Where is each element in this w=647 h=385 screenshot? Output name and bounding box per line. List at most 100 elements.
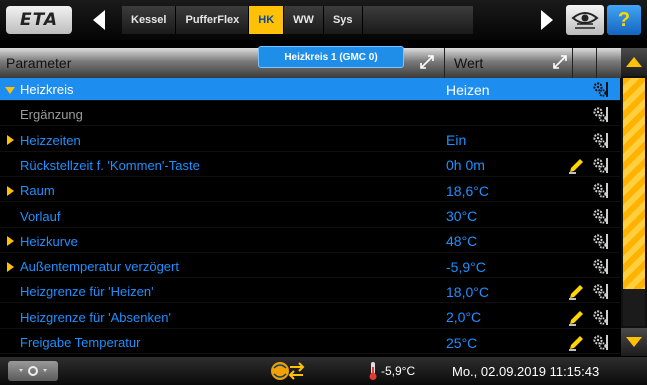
- parameter-value: Heizen: [446, 81, 490, 98]
- header-divider: [596, 48, 597, 78]
- table-row[interactable]: Freigabe Temperatur 25°C: [0, 331, 620, 354]
- row-divider: [0, 150, 620, 152]
- table-row[interactable]: Heizgrenze für 'Heizen' 18,0°C: [0, 280, 620, 304]
- help-button[interactable]: ?: [607, 5, 641, 35]
- tab-kessel[interactable]: Kessel: [122, 6, 177, 34]
- table-row[interactable]: Raum 18,6°C: [0, 179, 620, 203]
- scrollbar[interactable]: [621, 48, 647, 356]
- tab-bar-spacer: [362, 6, 473, 34]
- tab-sys[interactable]: Sys: [323, 6, 363, 34]
- gear-icon[interactable]: [592, 81, 608, 98]
- gear-icon[interactable]: [592, 132, 608, 149]
- column-header-wert: Wert: [454, 55, 484, 71]
- row-divider: [0, 327, 620, 329]
- pencil-icon[interactable]: [568, 310, 584, 326]
- parameter-value: 48°C: [446, 233, 478, 250]
- chevron-left-icon: [93, 10, 105, 30]
- row-divider: [0, 175, 620, 177]
- gear-icon[interactable]: [592, 208, 608, 225]
- gear-icon[interactable]: [592, 283, 608, 300]
- parameter-name: Außentemperatur verzögert: [20, 259, 179, 275]
- eye-icon: [571, 12, 599, 29]
- caret-right-icon[interactable]: [5, 261, 15, 273]
- gear-icon[interactable]: [592, 334, 608, 351]
- parameter-value: -5,9°C: [446, 258, 486, 275]
- status-bar: -5,9°C Mo., 02.09.2019 11:15:43: [0, 357, 647, 385]
- parameter-list: Heizkreis Heizen Ergänzung Heizzeiten Ein …: [0, 78, 620, 356]
- expand-column-icon[interactable]: [553, 55, 567, 69]
- table-row[interactable]: Heizzeiten Ein: [0, 129, 620, 152]
- expand-column-icon[interactable]: [420, 55, 434, 69]
- gear-icon[interactable]: [592, 258, 608, 275]
- parameter-value: Ein: [446, 132, 467, 149]
- tab-ww[interactable]: WW: [284, 6, 324, 34]
- parameter-name: Heizkurve: [20, 233, 78, 249]
- parameter-name: Heizzeiten: [20, 132, 81, 148]
- parameter-value: 18,0°C: [446, 283, 489, 300]
- header-divider: [444, 48, 445, 78]
- date-time: Mo., 02.09.2019 11:15:43: [452, 364, 600, 379]
- pencil-icon[interactable]: [568, 335, 584, 351]
- triangle-up-icon: [626, 57, 642, 67]
- parameter-value: 18,6°C: [446, 182, 489, 199]
- back-button[interactable]: [84, 7, 114, 33]
- row-divider: [0, 302, 620, 304]
- parameter-name: Vorlauf: [20, 208, 61, 224]
- caret-right-icon[interactable]: [5, 235, 15, 247]
- parameter-name: Rückstellzeit f. 'Kommen'-Taste: [20, 157, 200, 173]
- table-row[interactable]: Außentemperatur verzögert -5,9°C: [0, 255, 620, 279]
- caret-right-icon[interactable]: [5, 185, 15, 197]
- column-header-parameter: Parameter: [6, 55, 72, 71]
- gear-icon[interactable]: [592, 233, 608, 250]
- table-row[interactable]: Heizkurve 48°C: [0, 230, 620, 253]
- row-divider: [0, 277, 620, 279]
- eta-logo[interactable]: ETA: [6, 6, 72, 34]
- triangle-down-icon: [626, 337, 642, 347]
- parameter-value: 0h 0m: [446, 157, 485, 174]
- outdoor-temperature: -5,9°C: [381, 364, 416, 378]
- caret-down-icon[interactable]: [5, 84, 15, 96]
- row-divider: [0, 251, 620, 253]
- row-divider: [0, 201, 620, 203]
- parameter-value: 30°C: [446, 208, 478, 224]
- scroll-thumb[interactable]: [623, 78, 645, 289]
- gear-icon[interactable]: [592, 106, 608, 123]
- scroll-track[interactable]: [623, 78, 645, 326]
- parameter-value: 2,0°C: [446, 309, 482, 326]
- tools-button[interactable]: [8, 361, 58, 381]
- gear-icon[interactable]: [592, 309, 608, 326]
- gear-icon[interactable]: [592, 157, 608, 174]
- table-row[interactable]: Vorlauf 30°C: [0, 205, 620, 228]
- top-bar: ETA Kessel PufferFlex HK WW Sys ?: [0, 0, 647, 40]
- thermometer-icon: [369, 362, 377, 380]
- table-row[interactable]: Heizkreis Heizen: [0, 78, 620, 101]
- table-row[interactable]: Ergänzung: [0, 103, 620, 127]
- parameter-name: Heizgrenze für 'Heizen': [20, 284, 154, 300]
- scroll-up-button[interactable]: [621, 48, 647, 76]
- row-divider: [0, 226, 620, 228]
- forward-button[interactable]: [532, 7, 562, 33]
- gear-icon[interactable]: [592, 182, 608, 199]
- parameter-name: Heizgrenze für 'Absenken': [20, 309, 171, 325]
- table-row[interactable]: Heizgrenze für 'Absenken' 2,0°C: [0, 306, 620, 329]
- row-divider: [0, 100, 620, 101]
- tools-icon: [19, 366, 47, 376]
- row-divider: [0, 353, 620, 354]
- caret-right-icon[interactable]: [5, 134, 15, 146]
- parameter-name: Freigabe Temperatur: [20, 335, 141, 350]
- logo-text: ETA: [19, 10, 59, 30]
- pencil-icon[interactable]: [568, 158, 584, 174]
- pencil-icon[interactable]: [568, 284, 584, 301]
- tab-hk[interactable]: HK: [249, 6, 285, 34]
- scroll-down-button[interactable]: [621, 328, 647, 356]
- tab-bar: Kessel PufferFlex HK WW Sys: [122, 6, 473, 34]
- parameter-name: Raum: [20, 183, 55, 199]
- chevron-right-icon: [541, 10, 553, 30]
- view-button[interactable]: [566, 5, 604, 35]
- network-sync-icon: [271, 362, 305, 380]
- row-divider: [0, 125, 620, 127]
- table-row[interactable]: Rückstellzeit f. 'Kommen'-Taste 0h 0m: [0, 154, 620, 177]
- tab-pufferflex[interactable]: PufferFlex: [176, 6, 250, 34]
- header-divider: [572, 48, 573, 78]
- parameter-name: Heizkreis: [20, 82, 74, 97]
